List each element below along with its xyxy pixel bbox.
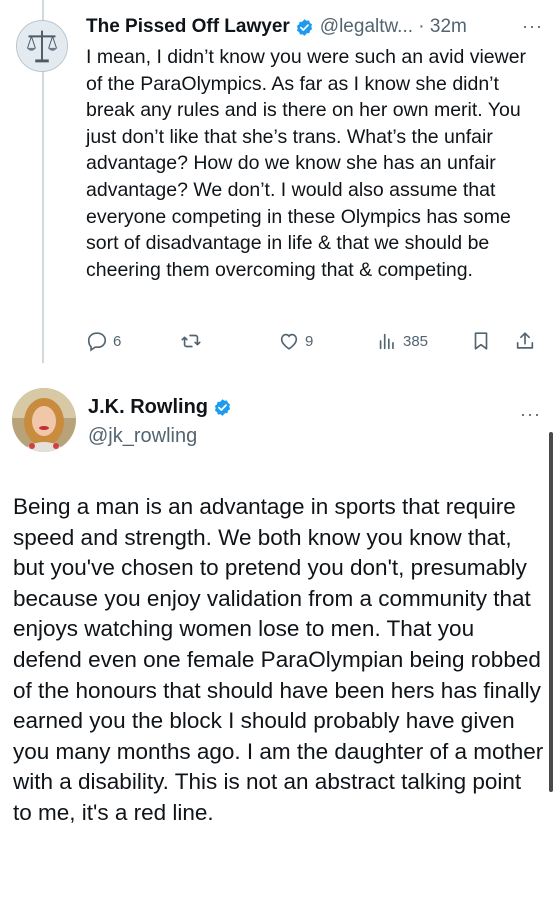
author-name-row: J.K. Rowling [88,396,238,419]
reply-count: 6 [113,332,122,350]
views-button[interactable]: 385 [376,330,428,352]
author-name[interactable]: J.K. Rowling [88,396,208,419]
reply-button[interactable]: 6 [86,330,121,352]
tweet-text: I mean, I didn’t know you were such an a… [86,46,527,281]
tweet-actions: 6 9 385 [86,330,546,358]
retweet-button[interactable] [180,330,202,352]
tweet-header: The Pissed Off Lawyer @legaltw... · 32m [86,12,546,42]
more-options-icon[interactable]: ··· [520,404,541,425]
verified-badge-icon [296,18,312,36]
bookmark-icon [474,332,488,350]
handle[interactable]: @jk_rowling [88,425,238,448]
share-button[interactable] [514,330,536,352]
reply-tweet[interactable]: The Pissed Off Lawyer @legaltw... · 32m … [86,12,546,283]
more-options-icon[interactable]: ··· [522,16,543,37]
tweet-text: Being a man is an advantage in sports th… [13,494,544,825]
scrollbar[interactable] [549,432,553,792]
profile-photo-icon [12,388,76,452]
reply-icon [87,332,107,352]
thread-line [42,78,44,363]
like-button[interactable]: 9 [278,330,313,352]
retweet-icon [181,334,201,348]
handle-and-time[interactable]: @legaltw... · 32m [320,16,467,38]
share-icon [516,332,534,349]
verified-badge-icon [214,399,231,416]
scales-of-justice-icon [17,21,67,71]
avatar[interactable] [16,20,68,72]
views-icon [379,333,394,350]
author-name[interactable]: The Pissed Off Lawyer [86,16,290,38]
view-count: 385 [403,332,429,350]
bookmark-button[interactable] [470,330,492,352]
avatar[interactable] [12,388,76,452]
main-tweet-header: J.K. Rowling @jk_rowling [88,396,238,448]
like-count: 9 [305,332,314,350]
like-icon [280,333,298,350]
